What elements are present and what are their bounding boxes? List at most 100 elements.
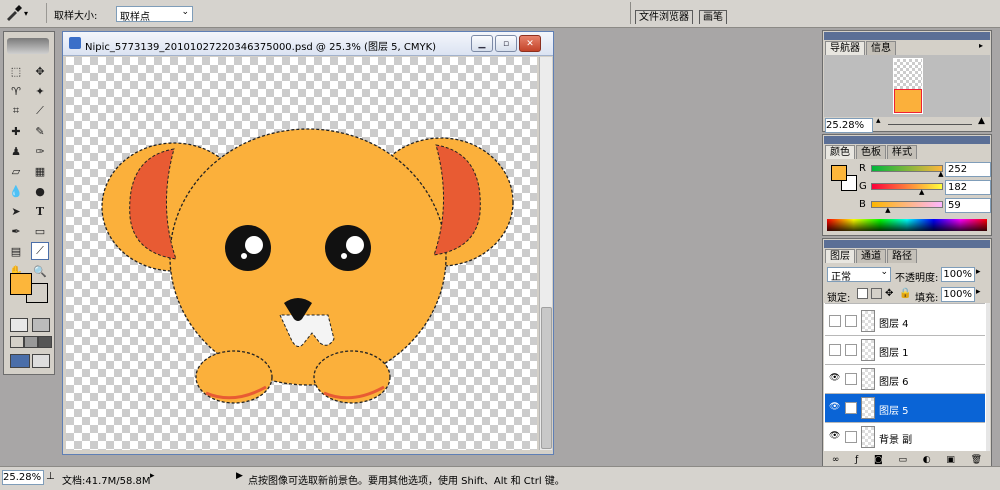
gradient-tool-icon[interactable]: ▦ <box>31 162 49 180</box>
eyedropper-tool-preset-icon[interactable]: ▾ <box>4 4 42 22</box>
lasso-tool-icon[interactable]: ♈ <box>7 82 25 100</box>
tab-styles[interactable]: 样式 <box>887 145 917 159</box>
screen-mode-full-icon[interactable] <box>38 336 52 348</box>
lock-image-icon[interactable] <box>871 288 882 299</box>
layer-link-toggle[interactable] <box>845 402 857 414</box>
delete-layer-icon[interactable]: 🗑 <box>971 455 982 465</box>
move-tool-icon[interactable]: ✥ <box>31 62 49 80</box>
path-selection-tool-icon[interactable]: ➤ <box>7 202 25 220</box>
maximize-button[interactable]: ▫ <box>495 35 517 52</box>
document-titlebar[interactable]: Nipic_5773139_20101027220346375000.psd @… <box>63 32 553 56</box>
panel-menu-icon[interactable]: ▸ <box>979 41 983 50</box>
clone-stamp-tool-icon[interactable]: ♟ <box>7 142 25 160</box>
fill-dropdown-icon[interactable]: ▸ <box>976 287 981 297</box>
foreground-color-swatch[interactable] <box>10 273 32 295</box>
layer-row[interactable]: 图层 1 <box>825 336 985 365</box>
tab-channels[interactable]: 通道 <box>856 249 886 263</box>
minimize-button[interactable]: ▁ <box>471 35 493 52</box>
slice-tool-icon[interactable]: ⟋ <box>31 102 49 120</box>
tab-layers[interactable]: 图层 <box>825 249 855 263</box>
blur-tool-icon[interactable]: 💧 <box>7 182 25 200</box>
channel-value-field[interactable]: 182 <box>945 180 991 195</box>
adjustment-layer-icon[interactable]: ◐ <box>923 455 931 465</box>
zoom-slider[interactable] <box>888 124 972 125</box>
navigator-preview[interactable] <box>824 55 990 117</box>
layer-link-toggle[interactable] <box>845 344 857 356</box>
tab-navigator[interactable]: 导航器 <box>825 41 865 55</box>
status-menu-icon[interactable]: ▸ <box>150 471 155 481</box>
new-layer-icon[interactable]: ▣ <box>946 455 955 465</box>
lock-position-icon[interactable]: ✥ <box>885 288 894 299</box>
screen-mode-standard-icon[interactable] <box>10 336 24 348</box>
layer-row[interactable]: 👁 背景 副 <box>825 423 985 451</box>
panel-grip[interactable] <box>824 136 990 144</box>
fill-field[interactable]: 100% <box>941 287 975 302</box>
eyedropper-tool-icon[interactable]: ⟋ <box>31 242 49 260</box>
navigator-zoom-field[interactable]: 25.28% <box>825 118 873 133</box>
notes-tool-icon[interactable]: ▤ <box>7 242 25 260</box>
lock-transparency-icon[interactable] <box>857 288 868 299</box>
opacity-dropdown-icon[interactable]: ▸ <box>976 267 981 277</box>
layer-link-toggle[interactable] <box>845 373 857 385</box>
layer-style-icon[interactable]: ƒ <box>855 455 858 465</box>
layer-row-partial[interactable] <box>825 303 985 304</box>
scrollbar-thumb[interactable] <box>541 307 552 449</box>
eraser-tool-icon[interactable]: ▱ <box>7 162 25 180</box>
image-canvas[interactable] <box>66 57 537 450</box>
visibility-toggle[interactable] <box>829 315 841 327</box>
eye-icon[interactable]: 👁 <box>829 431 840 441</box>
magic-wand-tool-icon[interactable]: ✦ <box>31 82 49 100</box>
channel-slider[interactable]: ▲ <box>871 183 943 196</box>
layer-link-toggle[interactable] <box>845 315 857 327</box>
panel-grip[interactable] <box>824 240 990 248</box>
layer-row[interactable]: 图层 4 <box>825 307 985 336</box>
navigator-view-box[interactable] <box>894 89 922 113</box>
opacity-field[interactable]: 100% <box>941 267 975 282</box>
channel-value-field[interactable]: 59 <box>945 198 991 213</box>
tab-brushes[interactable]: 画笔 <box>699 10 727 24</box>
layer-row[interactable]: 👁 图层 5 <box>825 394 985 423</box>
visibility-toggle[interactable] <box>829 344 841 356</box>
tab-file-browser[interactable]: 文件浏览器 <box>635 10 693 24</box>
vertical-scrollbar[interactable] <box>539 57 552 450</box>
zoom-out-icon[interactable]: ▴ <box>876 116 881 126</box>
screen-mode-full-menu-icon[interactable] <box>24 336 38 348</box>
quick-mask-button[interactable] <box>32 318 50 332</box>
layer-row[interactable]: 👁 图层 6 <box>825 365 985 394</box>
edit-in-imageready-icon[interactable] <box>32 354 50 368</box>
lock-all-icon[interactable]: 🔒 <box>899 288 911 299</box>
channel-value-field[interactable]: 252 <box>945 162 991 177</box>
panel-grip[interactable] <box>824 32 990 40</box>
layer-mask-icon[interactable]: ◙ <box>874 455 883 465</box>
history-brush-tool-icon[interactable]: ✑ <box>31 142 49 160</box>
tab-swatches[interactable]: 色板 <box>856 145 886 159</box>
layer-link-toggle[interactable] <box>845 431 857 443</box>
channel-slider-knob[interactable]: ▲ <box>938 171 943 178</box>
tab-info[interactable]: 信息 <box>866 41 896 55</box>
shape-tool-icon[interactable]: ▭ <box>31 222 49 240</box>
standard-mode-button[interactable] <box>10 318 28 332</box>
channel-slider[interactable]: ▲ <box>871 165 944 178</box>
tab-color[interactable]: 颜色 <box>825 145 855 159</box>
blend-mode-select[interactable]: 正常 ⌄ <box>827 267 891 283</box>
zoom-in-icon[interactable]: ▲ <box>978 116 985 126</box>
color-spectrum-bar[interactable] <box>827 219 987 231</box>
channel-slider-knob[interactable]: ▲ <box>919 189 924 196</box>
marquee-tool-icon[interactable]: ⬚ <box>7 62 25 80</box>
close-button[interactable]: ✕ <box>519 35 541 52</box>
zoom-tool-icon[interactable]: 🔍 <box>31 262 49 280</box>
jump-to-imageready-icon[interactable] <box>10 354 30 368</box>
type-tool-icon[interactable]: T <box>31 202 49 220</box>
color-fg-swatch[interactable] <box>831 165 847 181</box>
sample-size-select[interactable]: 取样点 ⌄ <box>116 6 193 23</box>
channel-slider-knob[interactable]: ▲ <box>885 207 890 214</box>
status-zoom-field[interactable]: 25.28% <box>2 470 44 485</box>
layers-scrollbar[interactable] <box>986 303 990 451</box>
crop-tool-icon[interactable]: ⌗ <box>7 102 25 120</box>
tab-paths[interactable]: 路径 <box>887 249 917 263</box>
eye-icon[interactable]: 👁 <box>829 402 840 412</box>
new-group-icon[interactable]: ▭ <box>899 455 908 465</box>
healing-brush-tool-icon[interactable]: ✚ <box>7 122 25 140</box>
brush-tool-icon[interactable]: ✎ <box>31 122 49 140</box>
link-layers-icon[interactable]: ∞ <box>832 455 840 465</box>
